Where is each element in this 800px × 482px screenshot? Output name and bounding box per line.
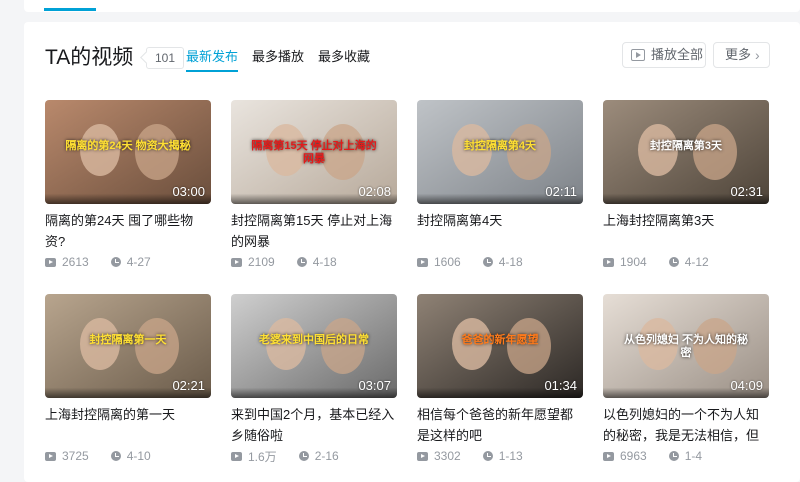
video-card[interactable]: 隔离的第24天 物资大揭秘 03:00 隔离的第24天 囤了哪些物资? 2613 4-2… xyxy=(45,100,211,285)
video-card[interactable]: 封控隔离第一天 02:21 上海封控隔离的第一天 3725 4-10 xyxy=(45,294,211,479)
video-card[interactable]: 爸爸的新年愿望 01:34 相信每个爸爸的新年愿望都是这样的吧 3302 1-13 xyxy=(417,294,583,479)
play-count-icon xyxy=(417,257,428,267)
play-count: 1904 xyxy=(620,255,647,269)
tab-most-played[interactable]: 最多播放 xyxy=(252,48,304,72)
more-label: 更多 xyxy=(725,47,752,62)
play-count: 3725 xyxy=(62,449,89,463)
clock-icon xyxy=(482,451,493,461)
play-all-label: 播放全部 xyxy=(651,47,704,62)
video-meta: 6963 1-4 xyxy=(603,448,769,464)
play-all-icon xyxy=(631,49,645,61)
video-duration: 02:11 xyxy=(545,184,577,199)
play-count-icon xyxy=(231,257,242,267)
video-duration: 02:31 xyxy=(730,184,763,199)
thumbnail-caption: 爸爸的新年愿望 xyxy=(461,334,539,346)
clock-icon xyxy=(110,257,121,267)
video-thumbnail[interactable]: 从色列媳妇 不为人知的秘密 04:09 xyxy=(603,294,769,398)
chevron-right-icon: › xyxy=(755,47,760,63)
video-count-badge: 101 xyxy=(146,47,185,69)
play-count-icon xyxy=(45,451,56,461)
thumbnail-caption: 老婆来到中国后的日常 xyxy=(259,334,369,346)
upload-date: 4-27 xyxy=(126,255,151,269)
video-card[interactable]: 老婆来到中国后的日常 03:07 来到中国2个月，基本已经入乡随俗啦 1.6万 2-16 xyxy=(231,294,397,479)
video-title[interactable]: 封控隔离第4天 xyxy=(417,210,583,252)
play-count-icon xyxy=(603,451,614,461)
clock-icon xyxy=(668,257,679,267)
video-title[interactable]: 来到中国2个月，基本已经入乡随俗啦 xyxy=(231,404,397,446)
video-thumbnail[interactable]: 隔离的第24天 物资大揭秘 03:00 xyxy=(45,100,211,204)
video-card[interactable]: 封控隔离第4天 02:11 封控隔离第4天 1606 4-18 xyxy=(417,100,583,285)
section-title: TA的视频 xyxy=(45,46,134,69)
video-meta: 3302 1-13 xyxy=(417,448,583,464)
thumbnail-caption: 封控隔离第一天 xyxy=(89,334,167,346)
video-thumbnail[interactable]: 老婆来到中国后的日常 03:07 xyxy=(231,294,397,398)
video-meta: 2613 4-27 xyxy=(45,254,211,270)
video-thumbnail[interactable]: 封控隔离第4天 02:11 xyxy=(417,100,583,204)
video-duration: 03:00 xyxy=(172,184,205,199)
video-thumbnail[interactable]: 封控隔离第一天 02:21 xyxy=(45,294,211,398)
play-count-icon xyxy=(231,451,242,461)
video-thumbnail[interactable]: 爸爸的新年愿望 01:34 xyxy=(417,294,583,398)
video-duration: 02:21 xyxy=(172,378,205,393)
clock-icon xyxy=(298,451,309,461)
thumbnail-caption: 封控隔离第4天 xyxy=(463,140,537,152)
clock-icon xyxy=(482,257,493,267)
previous-section-card xyxy=(24,0,800,12)
video-duration: 03:07 xyxy=(358,378,391,393)
video-card[interactable]: 隔离第15天 停止对上海的网暴 02:08 封控隔离第15天 停止对上海的网暴 210… xyxy=(231,100,397,285)
upload-date: 4-12 xyxy=(684,255,709,269)
upload-date: 4-18 xyxy=(498,255,523,269)
video-card[interactable]: 从色列媳妇 不为人知的秘密 04:09 以色列媳妇的一个不为人知的秘密，我是无法相信… xyxy=(603,294,769,479)
thumbnail-caption: 从色列媳妇 不为人知的秘密 xyxy=(623,334,749,359)
upload-date: 2-16 xyxy=(314,449,339,463)
video-title[interactable]: 隔离的第24天 囤了哪些物资? xyxy=(45,210,211,252)
tab-latest[interactable]: 最新发布 xyxy=(186,48,239,72)
video-title[interactable]: 相信每个爸爸的新年愿望都是这样的吧 xyxy=(417,404,583,446)
video-title[interactable]: 上海封控隔离的第一天 xyxy=(45,404,211,446)
video-title[interactable]: 以色列媳妇的一个不为人知的秘密，我是无法相信，但这就 xyxy=(603,404,769,446)
play-count: 1606 xyxy=(434,255,461,269)
clock-icon xyxy=(668,451,679,461)
upload-date: 4-18 xyxy=(312,255,337,269)
video-duration: 01:34 xyxy=(544,378,577,393)
video-title[interactable]: 封控隔离第15天 停止对上海的网暴 xyxy=(231,210,397,252)
play-count-icon xyxy=(417,451,428,461)
video-title[interactable]: 上海封控隔离第3天 xyxy=(603,210,769,252)
upload-date: 4-10 xyxy=(126,449,151,463)
play-count: 6963 xyxy=(620,449,647,463)
upload-date: 1-13 xyxy=(498,449,523,463)
video-meta: 1.6万 2-16 xyxy=(231,448,397,464)
play-all-button[interactable]: 播放全部 xyxy=(622,42,706,68)
video-duration: 04:09 xyxy=(730,378,763,393)
thumbnail-caption: 封控隔离第3天 xyxy=(649,140,723,152)
video-meta: 3725 4-10 xyxy=(45,448,211,464)
play-count-icon xyxy=(45,257,56,267)
play-count-icon xyxy=(603,257,614,267)
video-thumbnail[interactable]: 隔离第15天 停止对上海的网暴 02:08 xyxy=(231,100,397,204)
video-meta: 1904 4-12 xyxy=(603,254,769,270)
video-grid: 隔离的第24天 物资大揭秘 03:00 隔离的第24天 囤了哪些物资? 2613 4-2… xyxy=(45,100,775,480)
thumbnail-caption: 隔离的第24天 物资大揭秘 xyxy=(65,140,191,152)
video-meta: 2109 4-18 xyxy=(231,254,397,270)
play-count: 1.6万 xyxy=(248,449,277,464)
thumbnail-caption: 隔离第15天 停止对上海的网暴 xyxy=(251,140,377,165)
clock-icon xyxy=(296,257,307,267)
video-thumbnail[interactable]: 封控隔离第3天 02:31 xyxy=(603,100,769,204)
video-duration: 02:08 xyxy=(358,184,391,199)
more-button[interactable]: 更多 › xyxy=(713,42,770,68)
top-tab-underline xyxy=(44,8,96,11)
video-card[interactable]: 封控隔离第3天 02:31 上海封控隔离第3天 1904 4-12 xyxy=(603,100,769,285)
play-count: 2613 xyxy=(62,255,89,269)
tab-most-favorited[interactable]: 最多收藏 xyxy=(318,48,370,72)
play-count: 2109 xyxy=(248,255,275,269)
sort-tabs: 最新发布 最多播放 最多收藏 xyxy=(186,48,384,72)
clock-icon xyxy=(110,451,121,461)
play-count: 3302 xyxy=(434,449,461,463)
upload-date: 1-4 xyxy=(684,449,703,463)
video-meta: 1606 4-18 xyxy=(417,254,583,270)
video-section-panel: TA的视频 101 最新发布 最多播放 最多收藏 播放全部 更多 › 隔离的第2… xyxy=(24,22,800,482)
